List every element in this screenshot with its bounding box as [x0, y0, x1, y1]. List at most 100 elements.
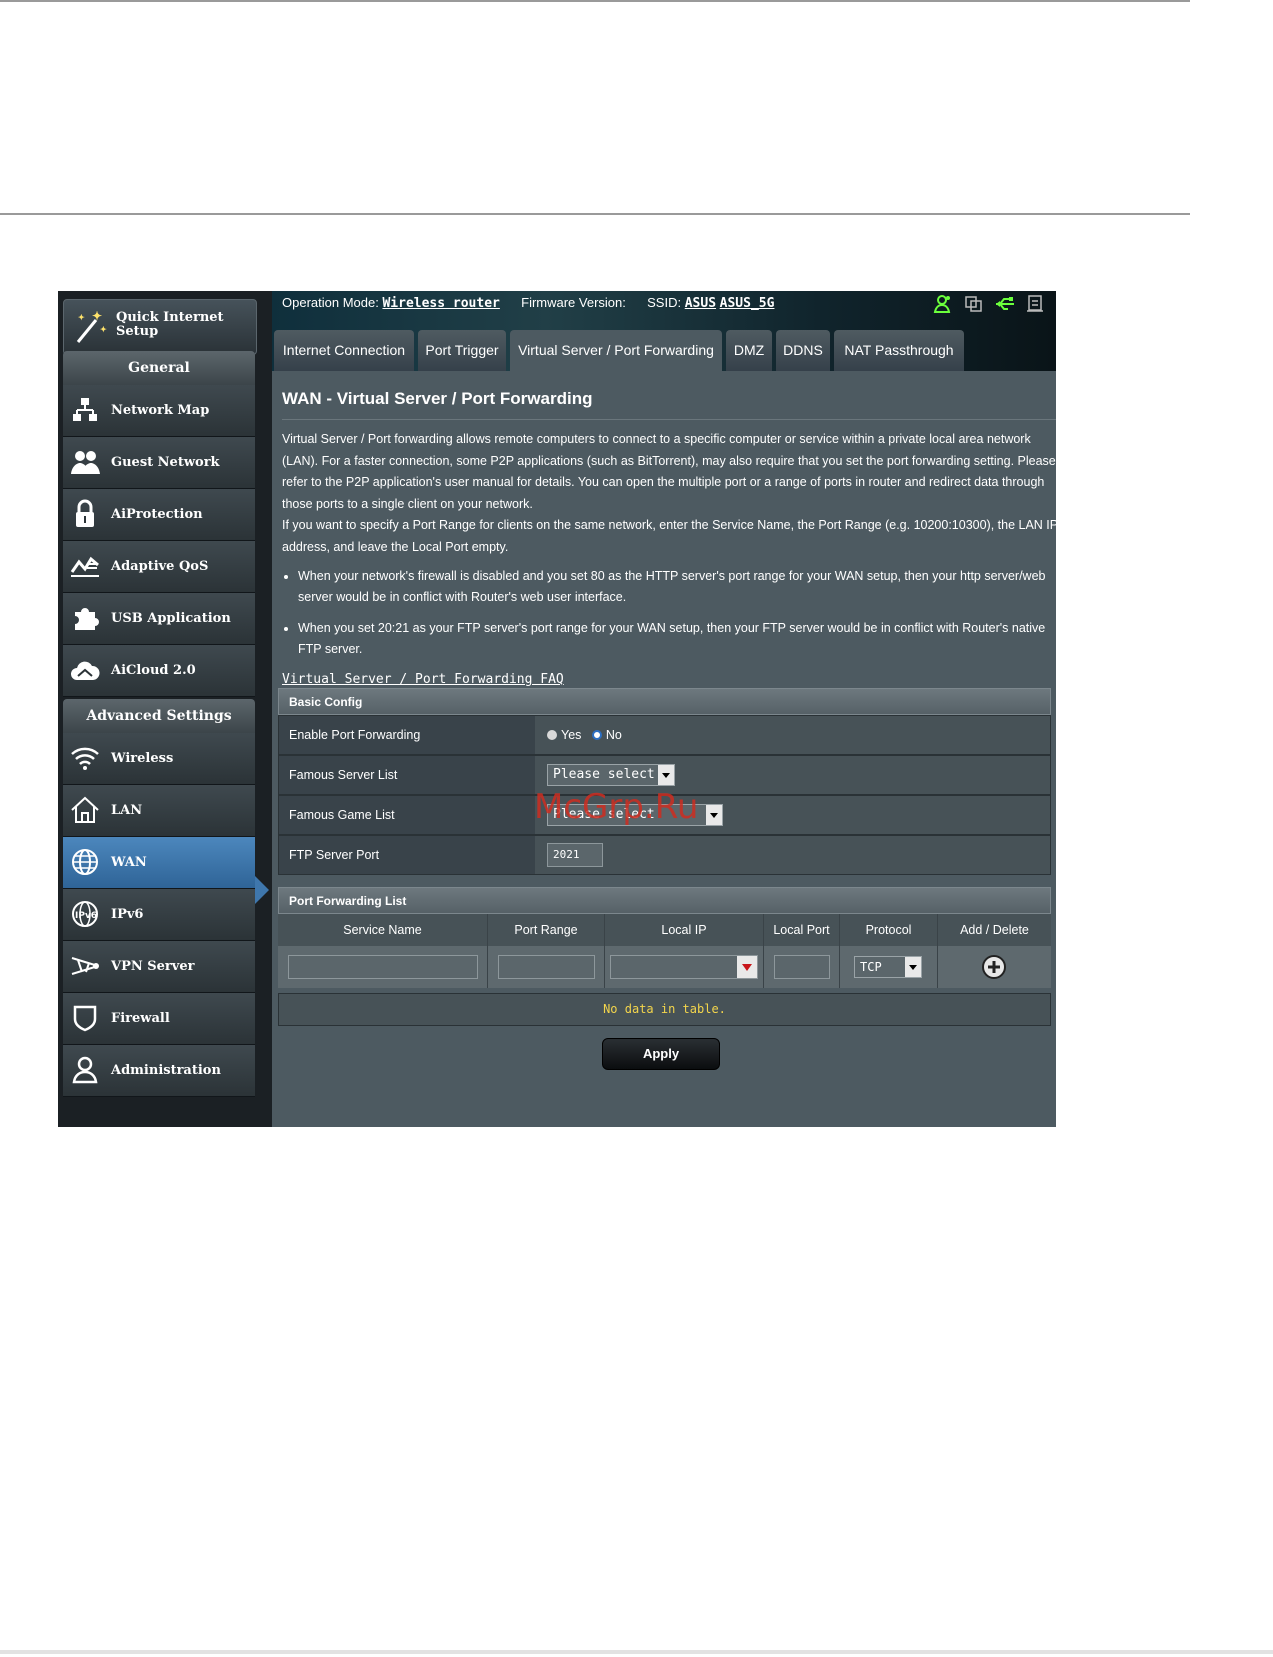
watermark-text: McGrp.Ru	[534, 787, 699, 827]
tab-nat-passthrough[interactable]: NAT Passthrough	[834, 330, 964, 371]
sidebar-item-label: LAN	[111, 803, 143, 818]
usb-icon[interactable]	[994, 294, 1016, 314]
ssid-link-5g[interactable]: ASUS_5G	[720, 296, 775, 311]
local-port-input[interactable]	[774, 955, 830, 979]
sidebar-item-label: WAN	[111, 855, 147, 870]
famous-server-label: Famous Server List	[279, 756, 535, 794]
sidebar-item-ipv6[interactable]: IPv6 IPv6	[63, 889, 255, 941]
sidebar-item-administration[interactable]: Administration	[63, 1045, 255, 1097]
col-port-range: Port Range	[488, 914, 605, 946]
sidebar-item-label: VPN Server	[111, 959, 195, 974]
tab-dmz[interactable]: DMZ	[726, 330, 772, 371]
tab-internet-connection[interactable]: Internet Connection	[274, 330, 414, 371]
famous-server-value: Please select	[553, 767, 655, 782]
sidebar-item-label: Guest Network	[111, 455, 220, 470]
sidebar-item-guest-network[interactable]: Guest Network	[63, 437, 255, 489]
advanced-section-title: Advanced Settings	[63, 699, 255, 733]
sidebar-item-adaptive-qos[interactable]: Adaptive QoS	[63, 541, 255, 593]
printer-icon[interactable]	[1024, 294, 1046, 314]
users-icon[interactable]	[933, 294, 955, 314]
add-icon[interactable]	[981, 954, 1007, 980]
copy-icon[interactable]	[963, 294, 985, 314]
chevron-down-icon	[706, 805, 722, 825]
sidebar-item-label: Adaptive QoS	[111, 559, 209, 574]
col-add-delete: Add / Delete	[938, 914, 1051, 946]
new-rule-row: TCP	[278, 946, 1051, 988]
sidebar-item-wan[interactable]: WAN	[63, 837, 255, 889]
radio-no[interactable]	[591, 730, 602, 740]
apply-button[interactable]: Apply	[602, 1038, 720, 1070]
svg-text:✦: ✦	[92, 309, 102, 323]
famous-server-select[interactable]: Please select	[547, 764, 675, 786]
header-rule	[0, 213, 1190, 215]
chevron-down-icon	[905, 957, 921, 977]
sidebar-item-network-map[interactable]: Network Map	[63, 385, 255, 437]
protocol-select[interactable]: TCP	[854, 956, 922, 978]
advanced-menu: Wireless LAN WAN IPv6 IPv6 VPN Server Fi…	[63, 733, 255, 1097]
sidebar-item-label: Firewall	[111, 1011, 170, 1026]
quick-internet-setup-button[interactable]: ✦ ✦ ✦ Quick Internet Setup	[63, 299, 257, 355]
list-column-headers: Service Name Port Range Local IP Local P…	[278, 914, 1051, 946]
general-section-title: General	[63, 351, 255, 385]
router-admin-window: ✦ ✦ ✦ Quick Internet Setup General Netwo…	[58, 291, 1056, 1127]
status-icons	[929, 294, 1046, 319]
sidebar-item-aiprotection[interactable]: AiProtection	[63, 489, 255, 541]
ssid-link-24g[interactable]: ASUS	[685, 296, 716, 311]
ftp-port-row: FTP Server Port 2021	[278, 835, 1051, 875]
general-menu: Network Map Guest Network AiProtection A…	[63, 385, 255, 697]
sidebar-item-label: AiCloud 2.0	[111, 663, 196, 678]
local-ip-input[interactable]	[610, 955, 758, 979]
sidebar-item-label: Wireless	[111, 751, 174, 766]
sidebar-item-firewall[interactable]: Firewall	[63, 993, 255, 1045]
sidebar-item-label: IPv6	[111, 907, 144, 922]
col-protocol: Protocol	[840, 914, 938, 946]
status-line: Operation Mode: Wireless router Firmware…	[282, 295, 774, 311]
ssid-label: SSID:	[647, 295, 682, 310]
home-icon	[71, 796, 99, 823]
col-service-name: Service Name	[278, 914, 488, 946]
title-divider	[282, 419, 1056, 420]
port-range-input[interactable]	[498, 955, 595, 979]
enable-port-forwarding-row: Enable Port Forwarding Yes No	[278, 715, 1051, 755]
tab-ddns[interactable]: DDNS	[776, 330, 830, 371]
sidebar-item-lan[interactable]: LAN	[63, 785, 255, 837]
sidebar-item-usb-application[interactable]: USB Application	[63, 593, 255, 645]
description-paragraph: Virtual Server / Port forwarding allows …	[282, 432, 1056, 511]
sidebar: ✦ ✦ ✦ Quick Internet Setup General Netwo…	[58, 291, 272, 1127]
tab-virtual-server[interactable]: Virtual Server / Port Forwarding	[510, 330, 722, 371]
operation-mode-link[interactable]: Wireless router	[382, 296, 499, 311]
operation-mode-label: Operation Mode:	[282, 295, 379, 310]
enable-port-forwarding-label: Enable Port Forwarding	[279, 716, 535, 754]
svg-text:✦: ✦	[78, 312, 85, 322]
sidebar-item-wireless[interactable]: Wireless	[63, 733, 255, 785]
page-title: WAN - Virtual Server / Port Forwarding	[282, 389, 593, 408]
faq-link[interactable]: Virtual Server / Port Forwarding FAQ	[282, 672, 564, 687]
tab-port-trigger[interactable]: Port Trigger	[418, 330, 506, 371]
radio-no-label: No	[605, 728, 622, 742]
admin-icon	[72, 1056, 98, 1084]
chevron-down-icon	[737, 956, 757, 978]
sidebar-item-label: AiProtection	[111, 507, 203, 522]
empty-table-message: No data in table.	[278, 993, 1051, 1026]
active-item-pointer	[255, 876, 269, 904]
globe-icon	[72, 849, 98, 875]
sidebar-item-aicloud[interactable]: AiCloud 2.0	[63, 645, 255, 697]
basic-config-header: Basic Config	[278, 688, 1051, 715]
radio-yes[interactable]	[547, 730, 557, 740]
top-rule	[0, 0, 1190, 2]
shield-icon	[73, 1005, 97, 1032]
sidebar-item-vpn-server[interactable]: VPN Server	[63, 941, 255, 993]
list-item: When you set 20:21 as your FTP server's …	[298, 618, 1056, 660]
ftp-port-input[interactable]: 2021	[547, 843, 603, 867]
famous-game-label: Famous Game List	[279, 796, 535, 834]
svg-text:IPv6: IPv6	[75, 911, 97, 921]
network-map-icon	[73, 398, 97, 421]
service-name-input[interactable]	[288, 955, 478, 979]
guest-network-icon	[71, 451, 100, 474]
protocol-value: TCP	[860, 960, 882, 974]
sidebar-item-label: Administration	[111, 1063, 221, 1078]
col-local-port: Local Port	[764, 914, 840, 946]
bottom-rule	[0, 1650, 1273, 1654]
radio-yes-label: Yes	[561, 728, 582, 742]
col-local-ip: Local IP	[605, 914, 764, 946]
